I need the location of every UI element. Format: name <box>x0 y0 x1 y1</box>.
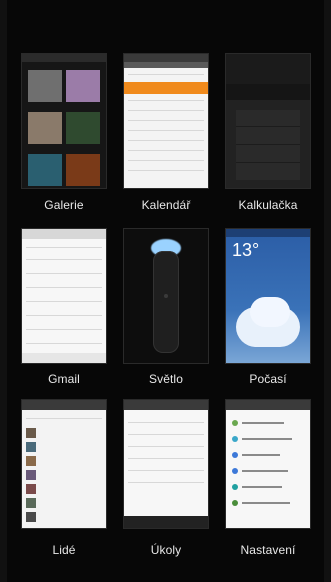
app-label: Počasí <box>249 372 287 386</box>
lide-thumbnail[interactable] <box>22 400 106 528</box>
app-label: Světlo <box>149 372 183 386</box>
nastaveni-thumbnail[interactable] <box>226 400 310 528</box>
app-label: Galerie <box>44 198 84 212</box>
app-card-pocasi[interactable]: 13° Počasí <box>226 229 310 399</box>
svetlo-thumbnail[interactable] <box>124 229 208 363</box>
right-edge <box>324 0 331 582</box>
app-label: Kalendář <box>141 198 191 212</box>
app-card-svetlo[interactable]: Světlo <box>124 229 208 399</box>
app-card-lide[interactable]: Lidé <box>22 400 106 570</box>
app-card-kalkulacka[interactable]: Kalkulačka <box>226 54 310 224</box>
recent-apps-screen: Galerie Kalendář Kalkulačka Gmail Světlo… <box>0 0 331 582</box>
app-card-gmail[interactable]: Gmail <box>22 229 106 399</box>
app-card-ukoly[interactable]: Úkoly <box>124 400 208 570</box>
kalkulacka-thumbnail[interactable] <box>226 54 310 188</box>
app-label: Nastavení <box>240 543 296 557</box>
app-label: Gmail <box>48 372 80 386</box>
app-card-nastaveni[interactable]: Nastavení <box>226 400 310 570</box>
weather-temperature: 13° <box>232 240 260 260</box>
gmail-thumbnail[interactable] <box>22 229 106 363</box>
app-label: Kalkulačka <box>238 198 298 212</box>
pocasi-thumbnail[interactable]: 13° <box>226 229 310 363</box>
app-label: Lidé <box>52 543 76 557</box>
app-card-galerie[interactable]: Galerie <box>22 54 106 224</box>
galerie-thumbnail[interactable] <box>22 54 106 188</box>
left-edge <box>0 0 7 582</box>
app-card-kalendar[interactable]: Kalendář <box>124 54 208 224</box>
app-label: Úkoly <box>150 543 182 557</box>
ukoly-thumbnail[interactable] <box>124 400 208 528</box>
kalendar-thumbnail[interactable] <box>124 54 208 188</box>
